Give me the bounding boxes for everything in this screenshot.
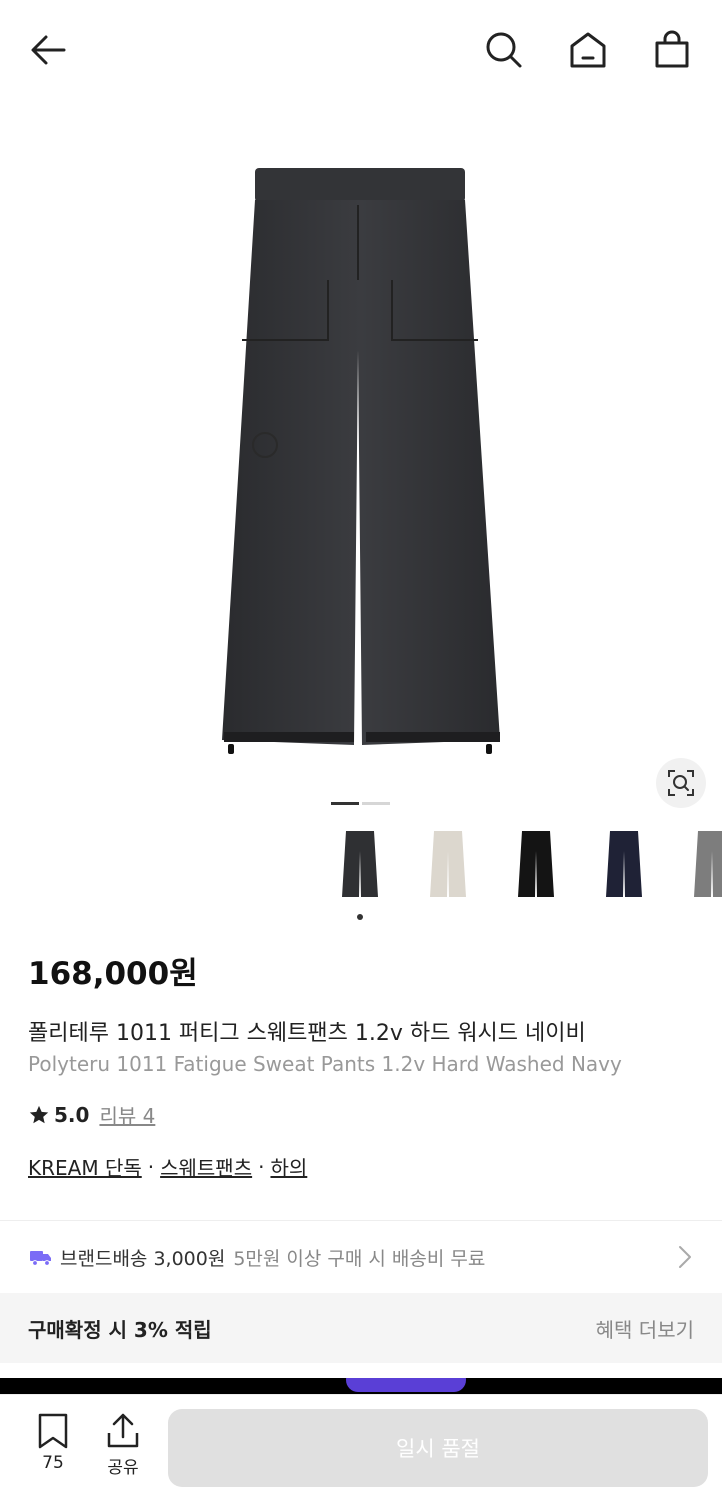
gallery-indicator [362,802,390,805]
review-link[interactable]: 리뷰 4 [99,1100,155,1129]
search-button[interactable] [482,28,526,72]
star-icon [29,1105,49,1123]
category-link-sweatpants[interactable]: 스웨트팬츠 [160,1152,252,1181]
arrow-left-icon [31,35,66,65]
promo-banner-edge[interactable] [0,1378,722,1394]
cart-button[interactable] [650,28,694,72]
bottom-action-bar: 75 공유 일시 품절 [0,1394,722,1500]
share-label: 공유 [107,1458,139,1478]
image-search-icon [668,770,694,796]
category-separator: · [147,1154,155,1179]
image-search-button[interactable] [656,758,706,808]
back-button[interactable] [24,28,72,72]
rating-score: 5.0 [54,1102,90,1127]
share-icon [107,1413,139,1448]
delivery-info-row[interactable]: 브랜드배송 3,000원 5만원 이상 구매 시 배송비 무료 [0,1221,722,1293]
top-navigation-bar [0,0,722,100]
product-image-gallery[interactable] [0,100,722,820]
thumb-ivory[interactable] [410,826,486,902]
selected-thumb-indicator [357,914,363,920]
pants-photo [222,168,500,754]
category-link-bottoms[interactable]: 하의 [270,1152,307,1181]
benefit-more-link[interactable]: 혜택 더보기 [596,1314,694,1343]
benefit-row: 구매확정 시 3% 적립 혜택 더보기 [0,1293,722,1363]
category-breadcrumb: KREAM 단독 · 스웨트팬츠 · 하의 [28,1152,307,1181]
rating-row: 5.0 리뷰 4 [28,1100,155,1129]
sold-out-button[interactable]: 일시 품절 [168,1409,708,1487]
color-options-strip [322,826,722,922]
banner-graphic [346,1378,466,1392]
category-separator: · [258,1154,265,1179]
bookmark-button[interactable]: 75 [28,1413,78,1481]
thumb-charcoal[interactable] [322,826,398,902]
delivery-note: 5만원 이상 구매 시 배송비 무료 [233,1247,486,1270]
home-icon [570,32,606,68]
home-button[interactable] [566,28,610,72]
benefit-title: 구매확정 시 3% 적립 [28,1317,212,1342]
thumb-grey[interactable] [674,826,722,902]
bookmark-icon [38,1413,68,1449]
thumb-navy[interactable] [586,826,662,902]
bookmark-count: 75 [42,1453,64,1473]
product-price: 168,000원 [28,956,198,992]
truck-icon [30,1251,51,1266]
product-title-english: Polyteru 1011 Fatigue Sweat Pants 1.2v H… [28,1052,622,1076]
chevron-right-icon [679,1246,691,1268]
delivery-label: 브랜드배송 3,000원 [60,1247,226,1270]
gallery-indicator-active [331,802,359,805]
product-title-korean: 폴리테루 1011 퍼티그 스웨트팬츠 1.2v 하드 워시드 네이비 [28,1021,586,1046]
share-button[interactable]: 공유 [98,1413,148,1481]
thumb-black[interactable] [498,826,574,902]
search-icon [486,32,522,68]
category-link-exclusive[interactable]: KREAM 단독 [28,1152,142,1181]
shopping-bag-icon [655,30,689,68]
